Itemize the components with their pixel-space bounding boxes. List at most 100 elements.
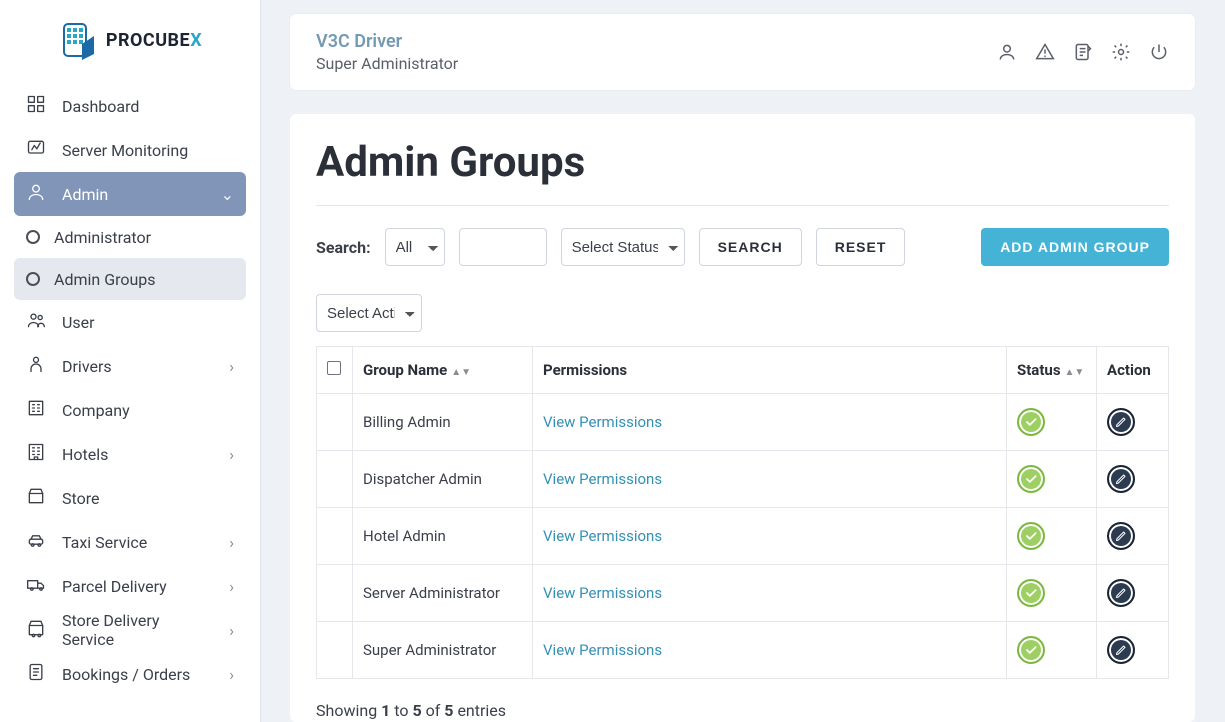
action-cell [1097,394,1169,451]
col-group-name[interactable]: Group Name▲▼ [353,347,533,394]
col-checkbox [317,347,353,394]
action-cell [1097,565,1169,622]
chevron-right-icon: › [229,621,234,640]
group-name-cell: Dispatcher Admin [353,451,533,508]
table-row: Dispatcher Admin View Permissions [317,451,1169,508]
entries-info: Showing 1 to 5 of 5 entries [316,701,1169,720]
edit-button[interactable] [1107,636,1135,664]
edit-button[interactable] [1107,579,1135,607]
user-name[interactable]: V3C Driver [316,31,458,52]
notes-icon[interactable] [1073,41,1093,63]
chevron-right-icon: › [229,577,234,596]
sidebar-item-store[interactable]: Store [14,476,246,520]
status-select[interactable]: Select Status [561,228,685,266]
status-active-icon[interactable] [1017,408,1045,436]
sidebar-item-label: Store Delivery Service [62,611,213,649]
parcel-icon [26,574,46,598]
sidebar-item-admin[interactable]: Admin ⌄ [14,172,246,216]
table-row: Server Administrator View Permissions [317,565,1169,622]
profile-icon[interactable] [997,41,1017,63]
settings-icon[interactable] [1111,41,1131,63]
chevron-down-icon: ⌄ [221,185,234,204]
logo-icon [58,20,98,60]
permissions-cell: View Permissions [533,622,1007,679]
sort-icon: ▲▼ [1065,370,1085,376]
edit-button[interactable] [1107,465,1135,493]
view-permissions-link[interactable]: View Permissions [543,470,662,488]
status-active-icon[interactable] [1017,579,1045,607]
permissions-cell: View Permissions [533,508,1007,565]
row-checkbox-cell [317,622,353,679]
permissions-cell: View Permissions [533,394,1007,451]
view-permissions-link[interactable]: View Permissions [543,527,662,545]
bulk-action-select[interactable]: Select Action [316,294,422,332]
taxi-icon [26,530,46,554]
dashboard-icon [26,94,46,118]
status-active-icon[interactable] [1017,636,1045,664]
status-cell [1007,565,1097,622]
view-permissions-link[interactable]: View Permissions [543,584,662,602]
storedel-icon [26,618,46,642]
row-checkbox-cell [317,565,353,622]
col-permissions: Permissions [533,347,1007,394]
status-cell [1007,451,1097,508]
status-active-icon[interactable] [1017,522,1045,550]
radio-icon [26,272,40,286]
sidebar-subitem-admin-groups[interactable]: Admin Groups [14,258,246,300]
sidebar-item-server-monitoring[interactable]: Server Monitoring [14,128,246,172]
select-all-checkbox[interactable] [327,361,341,375]
sidebar-item-store-delivery-service[interactable]: Store Delivery Service › [14,608,246,652]
chevron-right-icon: › [229,357,234,376]
sidebar-item-dashboard[interactable]: Dashboard [14,84,246,128]
admin-icon [26,182,46,206]
sidebar-item-label: Parcel Delivery [62,577,167,596]
edit-button[interactable] [1107,408,1135,436]
row-checkbox-cell [317,508,353,565]
sidebar-item-parcel-delivery[interactable]: Parcel Delivery › [14,564,246,608]
company-icon [26,398,46,422]
power-icon[interactable] [1149,41,1169,63]
col-action: Action [1097,347,1169,394]
hotel-icon [26,442,46,466]
group-name-cell: Hotel Admin [353,508,533,565]
group-name-cell: Billing Admin [353,394,533,451]
alert-icon[interactable] [1035,41,1055,63]
edit-button[interactable] [1107,522,1135,550]
status-cell [1007,508,1097,565]
table-row: Billing Admin View Permissions [317,394,1169,451]
reset-button[interactable]: RESET [816,228,906,266]
sidebar-item-bookings-orders[interactable]: Bookings / Orders › [14,652,246,696]
search-input[interactable] [459,228,547,266]
logo: PROCUBEX [0,0,260,80]
sidebar-item-label: User [62,313,95,332]
row-checkbox-cell [317,394,353,451]
store-icon [26,486,46,510]
sort-icon: ▲▼ [451,370,471,376]
view-permissions-link[interactable]: View Permissions [543,413,662,431]
col-status[interactable]: Status▲▼ [1007,347,1097,394]
sidebar-item-drivers[interactable]: Drivers › [14,344,246,388]
radio-icon [26,230,40,244]
sidebar-item-label: Admin Groups [54,270,156,289]
page-title: Admin Groups [316,138,1169,187]
filter-field-select[interactable]: All [385,228,445,266]
orders-icon [26,662,46,686]
view-permissions-link[interactable]: View Permissions [543,641,662,659]
sidebar: PROCUBEX Dashboard Server Monitoring Adm… [0,0,260,722]
permissions-cell: View Permissions [533,565,1007,622]
sidebar-subitem-administrator[interactable]: Administrator [14,216,246,258]
sidebar-item-user[interactable]: User [14,300,246,344]
filter-bar: Search: All Select Status SEARCH RESET A… [316,228,1169,266]
topbar: V3C Driver Super Administrator [290,14,1195,90]
sidebar-item-taxi-service[interactable]: Taxi Service › [14,520,246,564]
sidebar-item-company[interactable]: Company [14,388,246,432]
sidebar-item-label: Drivers [62,357,112,376]
search-button[interactable]: SEARCH [699,228,802,266]
sidebar-item-label: Bookings / Orders [62,665,190,684]
add-admin-group-button[interactable]: ADD ADMIN GROUP [981,228,1169,266]
sidebar-item-hotels[interactable]: Hotels › [14,432,246,476]
status-active-icon[interactable] [1017,465,1045,493]
table-row: Hotel Admin View Permissions [317,508,1169,565]
sidebar-item-label: Server Monitoring [62,141,188,160]
admin-groups-table: Group Name▲▼ Permissions Status▲▼ Action… [316,346,1169,679]
